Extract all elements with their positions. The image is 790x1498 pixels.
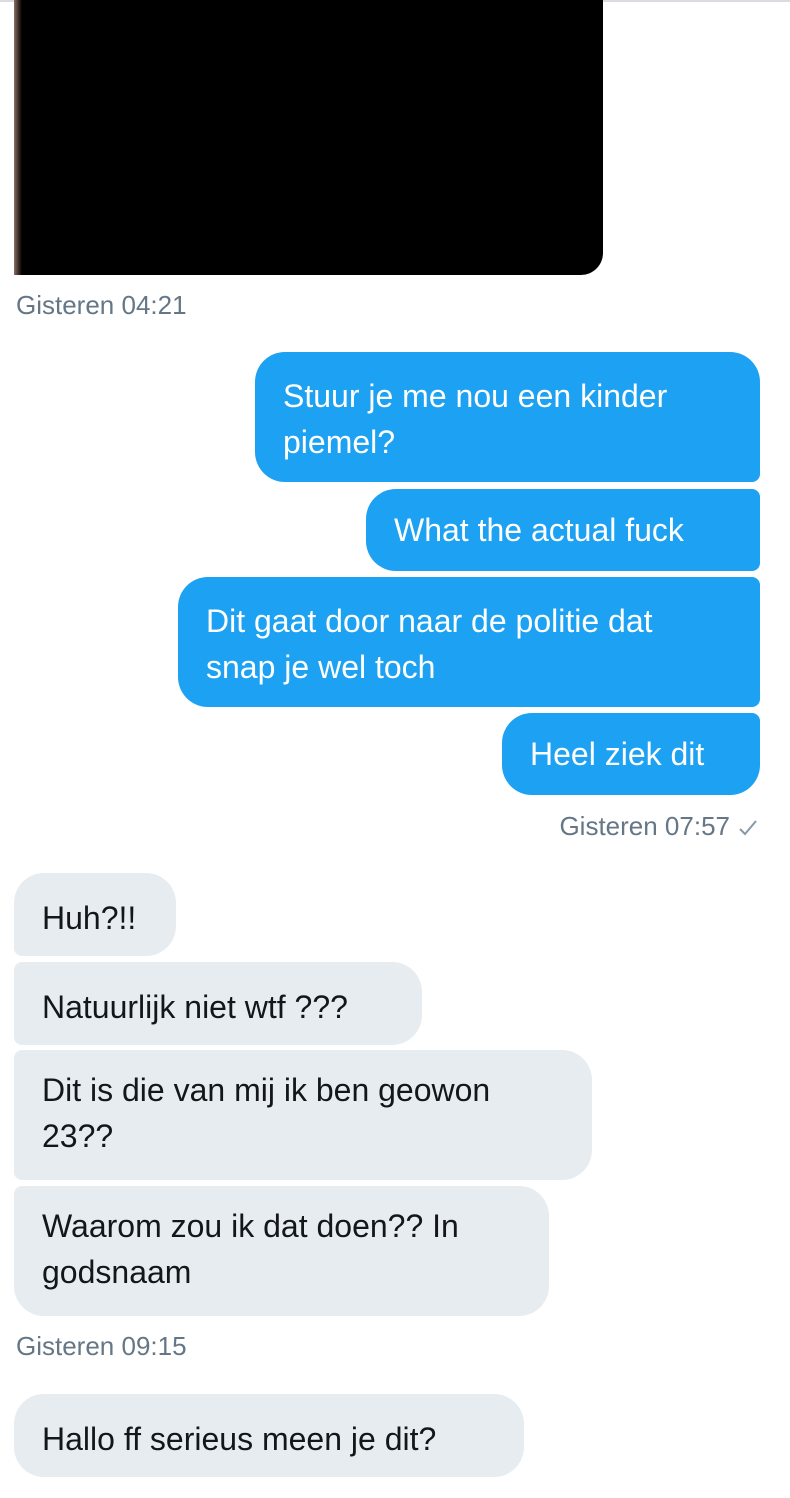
incoming-message[interactable]: Natuurlijk niet wtf ??? [14,962,422,1045]
message-line: Huh?!! [42,900,137,936]
message-line: snap je wel toch [206,649,436,685]
dm-conversation: Gisteren 04:21 Stuur je me nou een kinde… [0,0,790,1498]
outgoing-timestamp: Gisteren 07:57 [559,813,758,841]
message-line: Stuur je me nou een kinder [283,378,668,414]
message-line: Waarom zou ik dat doen?? In [42,1208,459,1244]
media-timestamp: Gisteren 04:21 [16,290,187,320]
checkmark-icon [738,815,758,841]
message-line: piemel? [283,424,396,460]
outgoing-message[interactable]: Dit gaat door naar de politie dat snap j… [178,577,760,707]
message-line: Natuurlijk niet wtf ??? [42,989,348,1025]
media-message[interactable] [14,0,603,275]
outgoing-message[interactable]: Stuur je me nou een kinder piemel? [255,352,760,482]
incoming-message[interactable]: Waarom zou ik dat doen?? In godsnaam [14,1186,549,1316]
incoming-message[interactable]: Huh?!! [14,873,176,956]
message-line: Hallo ff serieus meen je dit? [42,1421,437,1457]
outgoing-message[interactable]: What the actual fuck [366,489,760,571]
message-line: godsnaam [42,1254,192,1290]
message-line: Dit gaat door naar de politie dat [206,603,653,639]
message-line: Heel ziek dit [530,736,705,772]
media-edge [14,0,22,275]
incoming-message[interactable]: Dit is die van mij ik ben geowon 23?? [14,1050,592,1180]
incoming-message[interactable]: Hallo ff serieus meen je dit? [14,1394,524,1477]
timestamp-text: Gisteren 07:57 [559,811,730,841]
message-line: Dit is die van mij ik ben geowon [42,1072,491,1108]
incoming-timestamp: Gisteren 09:15 [16,1331,187,1361]
message-line: 23?? [42,1118,114,1154]
outgoing-message[interactable]: Heel ziek dit [502,713,760,795]
message-line: What the actual fuck [394,512,684,548]
